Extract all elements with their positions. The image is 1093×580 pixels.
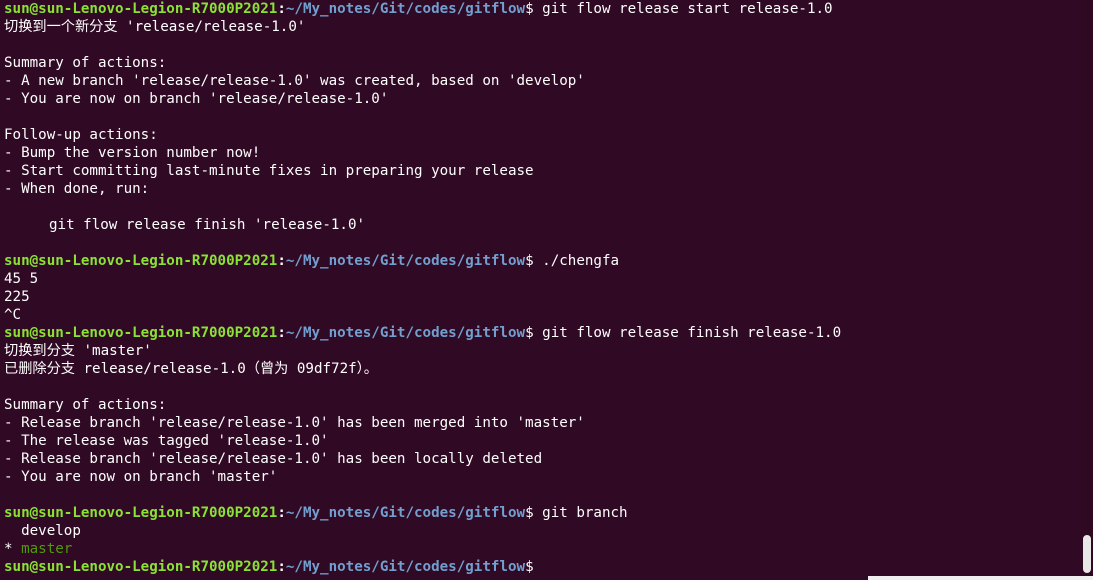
scrollbar-thumb[interactable] (1083, 535, 1091, 573)
prompt-path: ~/My_notes/Git/codes/gitflow (285, 505, 526, 521)
output-line: - Start committing last-minute fixes in … (4, 163, 534, 179)
output-line: - The release was tagged 'release-1.0' (4, 433, 329, 449)
current-branch-marker: * (4, 541, 22, 557)
command-text: git flow release start release-1.0 (542, 1, 833, 17)
output-line: 45 5 (4, 271, 39, 287)
output-line: - Release branch 'release/release-1.0' h… (4, 415, 585, 431)
prompt-dollar: $ (525, 253, 534, 269)
prompt-line[interactable]: sun@sun-Lenovo-Legion-R7000P2021:~/My_no… (4, 558, 1079, 576)
output-line: - You are now on branch 'release/release… (4, 91, 389, 107)
prompt-separator: : (277, 505, 286, 521)
prompt-path: ~/My_notes/Git/codes/gitflow (285, 559, 526, 575)
prompt-dollar: $ (525, 505, 534, 521)
command-text: git branch (542, 505, 628, 521)
prompt-dollar: $ (525, 559, 534, 575)
prompt-separator: : (277, 1, 286, 17)
prompt-dollar: $ (525, 1, 534, 17)
prompt-path: ~/My_notes/Git/codes/gitflow (285, 253, 526, 269)
command-text: git flow release finish release-1.0 (542, 325, 842, 341)
output-line: - A new branch 'release/release-1.0' was… (4, 73, 585, 89)
prompt-path: ~/My_notes/Git/codes/gitflow (285, 1, 526, 17)
command-text: ./chengfa (542, 253, 620, 269)
output-line: - You are now on branch 'master' (4, 469, 278, 485)
prompt-user-host: sun@sun-Lenovo-Legion-R7000P2021 (4, 253, 278, 269)
prompt-line: sun@sun-Lenovo-Legion-R7000P2021:~/My_no… (4, 324, 1079, 342)
output-line: git flow release finish 'release-1.0' (4, 216, 1079, 234)
prompt-separator: : (277, 253, 286, 269)
terminal-window[interactable]: sun@sun-Lenovo-Legion-R7000P2021:~/My_no… (0, 0, 1093, 580)
output-line: Follow-up actions: (4, 127, 158, 143)
prompt-path: ~/My_notes/Git/codes/gitflow (285, 325, 526, 341)
output-line: Summary of actions: (4, 397, 167, 413)
output-line: Summary of actions: (4, 55, 167, 71)
prompt-dollar: $ (525, 325, 534, 341)
branch-list-item: develop (4, 523, 81, 539)
output-line: - When done, run: (4, 181, 150, 197)
output-line: 225 (4, 289, 30, 305)
output-line: - Bump the version number now! (4, 145, 261, 161)
output-line: 切换到一个新分支 'release/release-1.0' (4, 19, 306, 35)
prompt-line: sun@sun-Lenovo-Legion-R7000P2021:~/My_no… (4, 252, 1079, 270)
current-branch-name: master (21, 541, 73, 557)
prompt-line: sun@sun-Lenovo-Legion-R7000P2021:~/My_no… (4, 504, 1079, 522)
prompt-separator: : (277, 559, 286, 575)
prompt-separator: : (277, 325, 286, 341)
prompt-user-host: sun@sun-Lenovo-Legion-R7000P2021 (4, 559, 278, 575)
branch-list-item-current: * master (4, 540, 1079, 558)
output-line: - Release branch 'release/release-1.0' h… (4, 451, 543, 467)
scrollbar[interactable] (1081, 0, 1093, 580)
prompt-user-host: sun@sun-Lenovo-Legion-R7000P2021 (4, 505, 278, 521)
output-line: ^C (4, 307, 22, 323)
output-line: 切换到分支 'master' (4, 343, 152, 359)
bottom-edge-strip (868, 576, 1093, 580)
output-command-hint: git flow release finish 'release-1.0' (49, 217, 366, 233)
terminal-output: sun@sun-Lenovo-Legion-R7000P2021:~/My_no… (4, 0, 1079, 576)
output-line: 已删除分支 release/release-1.0（曾为 09df72f）。 (4, 361, 378, 377)
prompt-user-host: sun@sun-Lenovo-Legion-R7000P2021 (4, 325, 278, 341)
prompt-user-host: sun@sun-Lenovo-Legion-R7000P2021 (4, 1, 278, 17)
prompt-line: sun@sun-Lenovo-Legion-R7000P2021:~/My_no… (4, 0, 1079, 18)
